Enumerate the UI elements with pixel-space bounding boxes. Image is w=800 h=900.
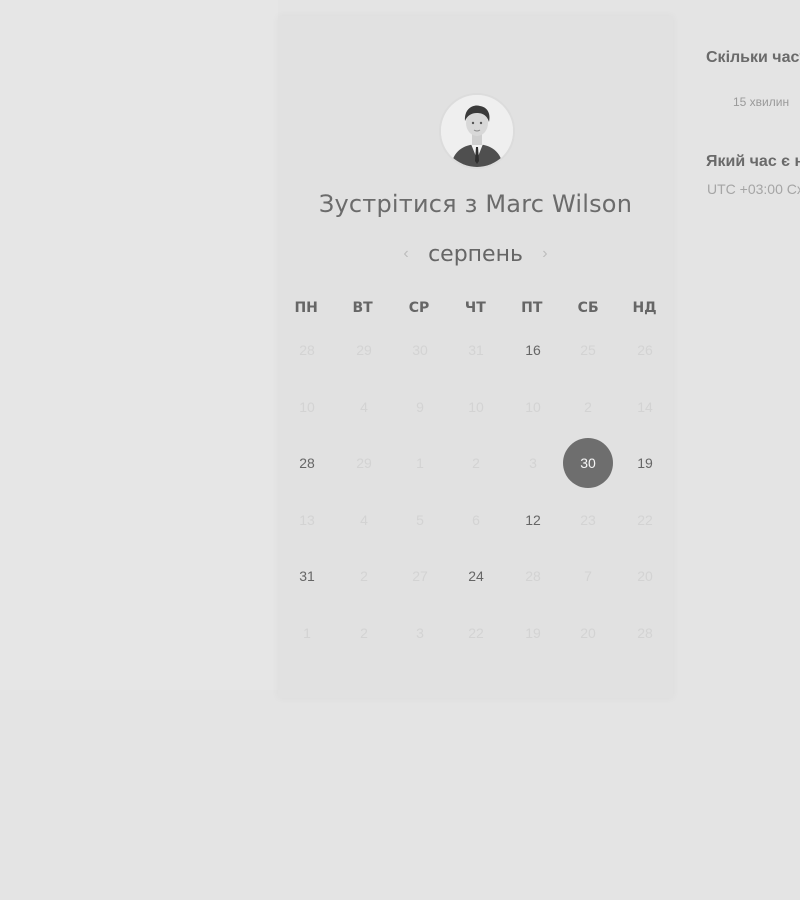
calendar-day: 28 bbox=[299, 342, 315, 358]
calendar-day: 20 bbox=[580, 625, 596, 641]
calendar-day[interactable]: 31 bbox=[282, 551, 332, 601]
calendar-day: 4 bbox=[360, 399, 368, 415]
calendar-day: 10 bbox=[525, 399, 541, 415]
duration-question: Скільки часу bbox=[706, 49, 800, 66]
calendar-day: 1 bbox=[416, 455, 424, 471]
calendar-day: 19 bbox=[525, 625, 541, 641]
calendar-day: 7 bbox=[584, 568, 592, 584]
calendar-day: 14 bbox=[637, 399, 653, 415]
calendar-day: 22 bbox=[468, 625, 484, 641]
page-background-left bbox=[0, 0, 278, 690]
calendar-day: 2 bbox=[360, 568, 368, 584]
weekday-label: ПН bbox=[294, 300, 318, 316]
avatar bbox=[439, 93, 515, 169]
timezone-select[interactable]: UTC +03:00 Східна Європа bbox=[707, 181, 800, 197]
booking-options-panel: Скільки часу 15 хвилин Який час є найзру… bbox=[706, 0, 800, 220]
calendar-day: 28 bbox=[637, 625, 653, 641]
weekday-label: ВТ bbox=[352, 300, 373, 316]
weekday-label: НД bbox=[632, 300, 657, 316]
calendar-day: 28 bbox=[525, 568, 541, 584]
calendar-day: 6 bbox=[472, 512, 480, 528]
calendar-day: 5 bbox=[416, 512, 424, 528]
duration-option[interactable]: 15 хвилин bbox=[733, 95, 789, 109]
calendar-day[interactable]: 12 bbox=[508, 495, 558, 545]
weekday-label: ЧТ bbox=[464, 300, 486, 316]
booking-card: Зустрітися з Marc Wilson ‹ серпень › ПН … bbox=[278, 16, 673, 698]
month-label: серпень bbox=[428, 241, 523, 267]
previous-month-button[interactable]: ‹ bbox=[394, 242, 418, 266]
weekday-label: ПТ bbox=[521, 300, 543, 316]
person-portrait-icon bbox=[441, 95, 513, 167]
calendar-day: 2 bbox=[584, 399, 592, 415]
weekday-label: СР bbox=[408, 300, 430, 316]
calendar-day: 2 bbox=[472, 455, 480, 471]
calendar-day: 25 bbox=[580, 342, 596, 358]
calendar-day: 10 bbox=[468, 399, 484, 415]
calendar-day: 3 bbox=[529, 455, 537, 471]
calendar-day: 26 bbox=[637, 342, 653, 358]
selected-day[interactable]: 30 bbox=[563, 438, 613, 488]
calendar-day: 4 bbox=[360, 512, 368, 528]
chevron-right-icon: › bbox=[542, 245, 548, 262]
page-title: Зустрітися з Marc Wilson bbox=[318, 190, 633, 218]
calendar-day: 13 bbox=[299, 512, 315, 528]
calendar-day: 22 bbox=[637, 512, 653, 528]
weekday-header: ПН ВТ СР ЧТ ПТ СБ НД bbox=[278, 300, 673, 316]
weekday-label: СБ bbox=[577, 300, 599, 316]
calendar-day: 9 bbox=[416, 399, 424, 415]
calendar-day: 10 bbox=[299, 399, 315, 415]
chevron-left-icon: ‹ bbox=[403, 245, 409, 262]
month-navigation: ‹ серпень › bbox=[278, 238, 673, 270]
calendar-day: 20 bbox=[637, 568, 653, 584]
calendar-day: 30 bbox=[412, 342, 428, 358]
next-month-button[interactable]: › bbox=[533, 242, 557, 266]
calendar-day: 29 bbox=[356, 342, 372, 358]
calendar-day: 2 bbox=[360, 625, 368, 641]
calendar-day: 29 bbox=[356, 455, 372, 471]
calendar-day: 3 bbox=[416, 625, 424, 641]
calendar-day[interactable]: 24 bbox=[451, 551, 501, 601]
calendar-day[interactable]: 16 bbox=[508, 325, 558, 375]
calendar-day[interactable]: 28 bbox=[282, 438, 332, 488]
calendar-day: 31 bbox=[468, 342, 484, 358]
calendar-day: 23 bbox=[580, 512, 596, 528]
time-question: Який час є найзручнішим bbox=[706, 153, 800, 170]
calendar-day: 27 bbox=[412, 568, 428, 584]
calendar-day: 1 bbox=[303, 625, 311, 641]
calendar-day[interactable]: 19 bbox=[620, 438, 670, 488]
